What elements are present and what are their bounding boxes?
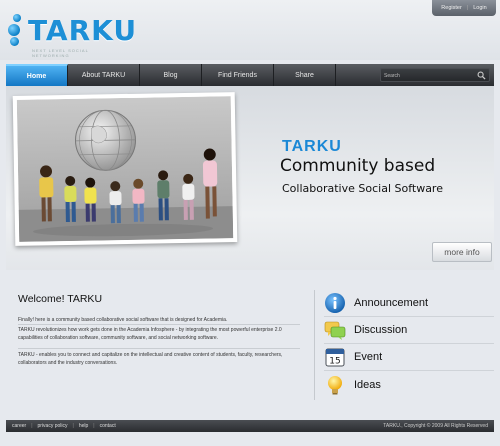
footer-link-contact[interactable]: contact — [100, 423, 116, 429]
hero-banner: TARKU Community based Collaborative Soci… — [6, 86, 494, 270]
footer-link-career[interactable]: career — [12, 423, 26, 429]
feature-event[interactable]: 15 Event — [324, 344, 494, 371]
nav-item-home[interactable]: Home — [6, 64, 68, 86]
login-link[interactable]: Login — [473, 5, 486, 11]
account-bar: Register | Login — [432, 0, 496, 16]
nav-item-blog[interactable]: Blog — [140, 64, 202, 86]
lightbulb-icon — [328, 375, 342, 394]
chat-icon — [324, 321, 346, 340]
hero-photo — [12, 92, 238, 246]
footer-link-privacy-policy[interactable]: privacy policy — [38, 423, 68, 429]
feature-label: Announcement — [354, 297, 428, 309]
account-separator: | — [466, 5, 469, 11]
site-logo[interactable]: TARKU NEXT LEVEL SOCIAL NETWORKING — [6, 10, 136, 58]
logo-text: TARKU — [28, 14, 138, 47]
footer-separator: | — [93, 423, 95, 429]
info-icon — [325, 293, 345, 313]
magnifier-icon[interactable] — [477, 71, 486, 80]
divider — [18, 348, 300, 349]
feature-label: Ideas — [354, 378, 381, 391]
welcome-paragraph-3: TARKU - enables you to connect and capit… — [18, 352, 283, 366]
feature-ideas[interactable]: Ideas — [324, 371, 494, 398]
search-box — [380, 68, 490, 82]
welcome-paragraph-1: Finally! here is a community based colla… — [18, 317, 228, 323]
feature-discussion[interactable]: Discussion — [324, 317, 494, 344]
site-footer: career | privacy policy | help | contact… — [6, 420, 494, 432]
logo-tagline: NEXT LEVEL SOCIAL NETWORKING — [32, 48, 89, 58]
calendar-icon: 15 — [325, 348, 345, 367]
search-input[interactable] — [384, 70, 472, 81]
vertical-divider — [314, 290, 315, 400]
feature-label: Event — [354, 351, 383, 363]
welcome-title: Welcome! TARKU — [18, 293, 103, 305]
hero-subtitle: Collaborative Social Software — [282, 182, 443, 195]
nav-item-find-friends[interactable]: Find Friends — [202, 64, 274, 86]
hero-brand: TARKU — [282, 138, 342, 155]
children-globe-photo — [16, 96, 234, 242]
more-info-button[interactable]: more info — [432, 242, 492, 262]
feature-label: Discussion — [354, 324, 408, 336]
copyright: TARKU., Copyright © 2009 All Rights Rese… — [383, 423, 488, 429]
main-nav: Home About TARKU Blog Find Friends Share — [6, 64, 494, 86]
nav-item-share[interactable]: Share — [274, 64, 336, 86]
footer-link-help[interactable]: help — [79, 423, 88, 429]
welcome-paragraph-2: TARKU revolutionizes how work gets done … — [18, 327, 282, 341]
feature-list: Announcement Discussion 15 Event Ideas — [324, 290, 494, 398]
svg-text:15: 15 — [329, 357, 340, 367]
globe-icon — [74, 109, 136, 171]
divider — [18, 324, 300, 325]
hero-title: Community based — [280, 156, 436, 176]
nav-item-about[interactable]: About TARKU — [68, 64, 140, 86]
register-link[interactable]: Register — [441, 5, 461, 11]
feature-announcement[interactable]: Announcement — [324, 290, 494, 317]
footer-separator: | — [72, 423, 74, 429]
site-header: TARKU NEXT LEVEL SOCIAL NETWORKING Regis… — [0, 0, 500, 60]
footer-separator: | — [31, 423, 33, 429]
logo-dots-icon — [6, 12, 28, 48]
